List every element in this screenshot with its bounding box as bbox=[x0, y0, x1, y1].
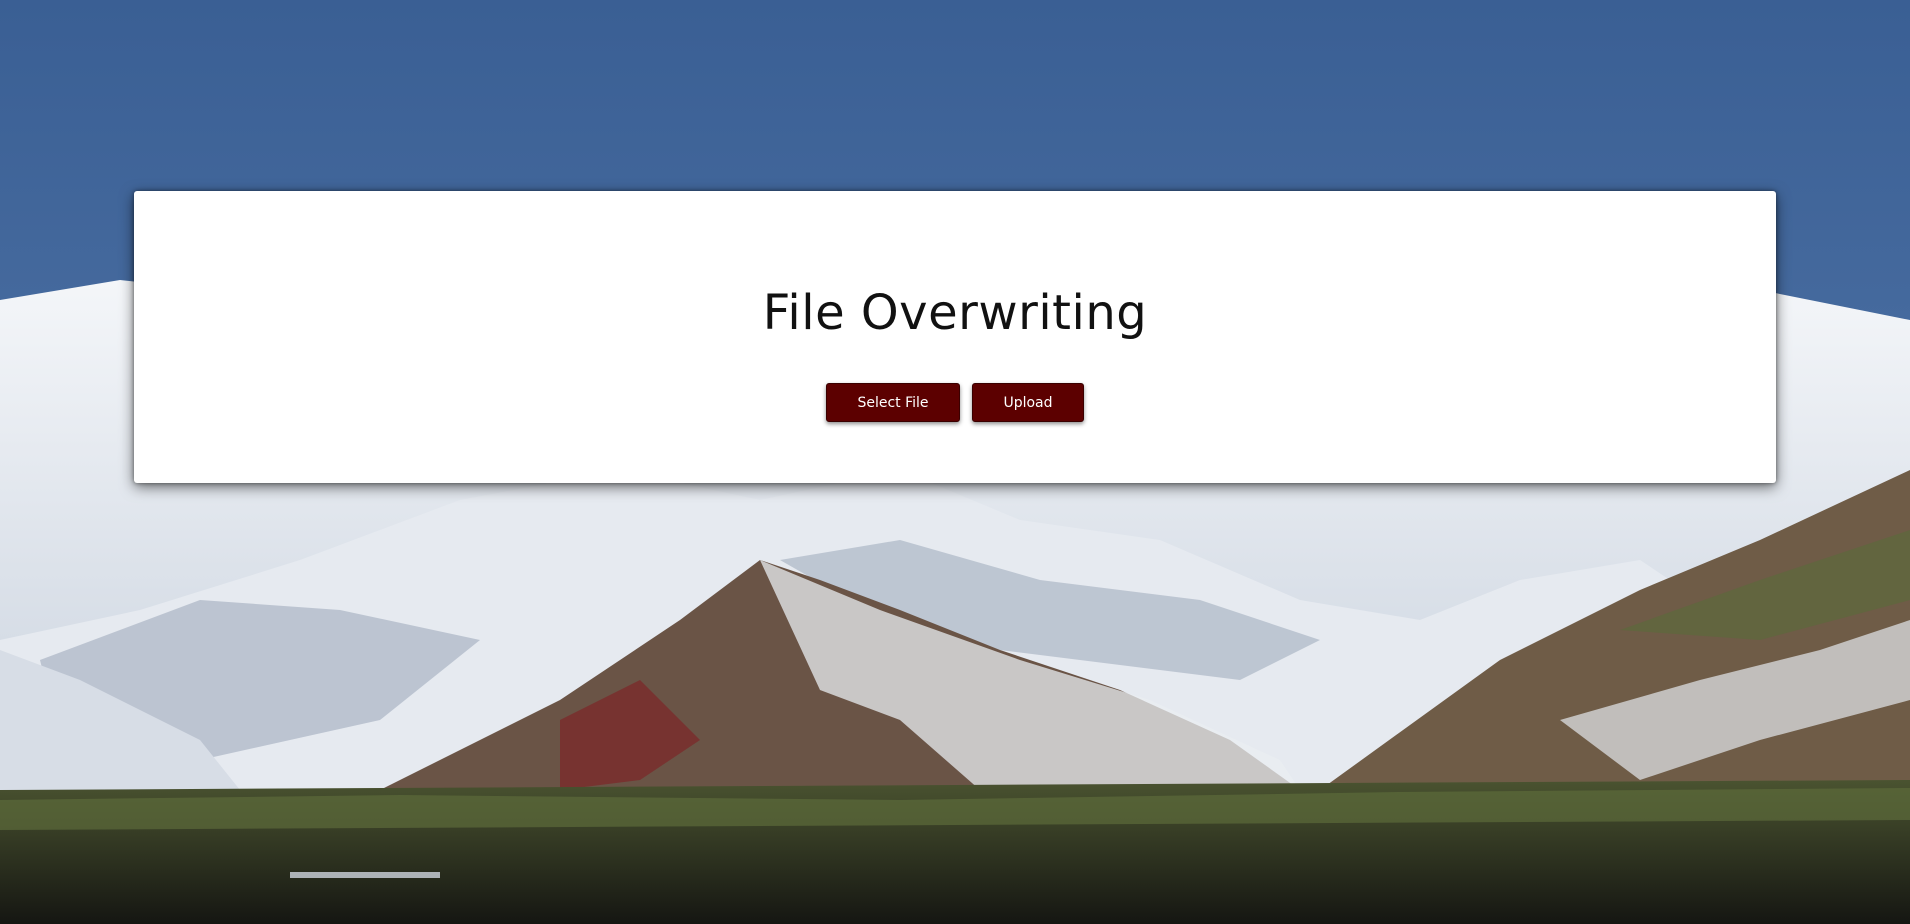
select-file-button[interactable]: Select File bbox=[826, 383, 960, 422]
page-title: File Overwriting bbox=[762, 285, 1148, 341]
upload-button[interactable]: Upload bbox=[972, 383, 1084, 422]
action-buttons: Select File Upload bbox=[134, 383, 1776, 422]
upload-card: File Overwriting Select File Upload bbox=[134, 191, 1776, 483]
